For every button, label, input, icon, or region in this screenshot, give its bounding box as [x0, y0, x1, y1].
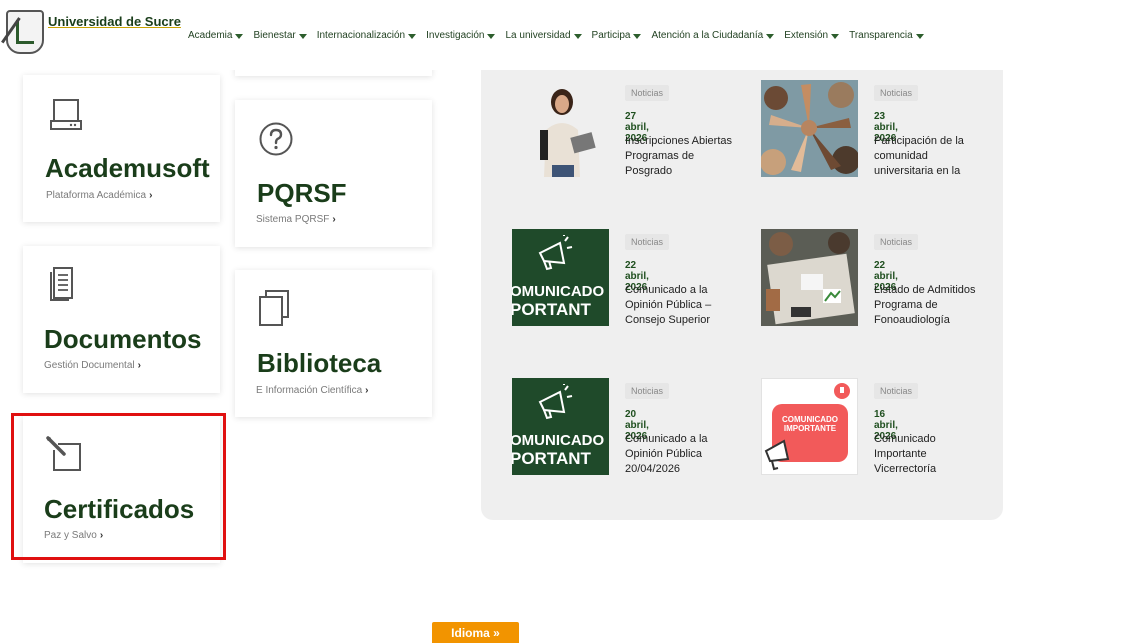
nav-la-universidad[interactable]: La universidad — [505, 30, 582, 41]
thumb-text: PORTANT — [512, 300, 591, 319]
card-subtitle-link[interactable]: Gestión Documental › — [44, 360, 141, 371]
chevron-down-icon — [487, 34, 496, 39]
card-biblioteca[interactable]: Biblioteca E Información Científica › — [235, 270, 432, 417]
comunicado-importante-graphic: COMUNICADO IMPORTANTE — [762, 379, 857, 474]
meeting-desk-photo — [761, 229, 858, 326]
news-title[interactable]: Listado de Admitidos Programa de Fonoaud… — [874, 283, 984, 328]
card-title: Documentos — [44, 324, 202, 354]
hard-drive-icon — [50, 99, 82, 130]
main-nav: Academia Bienestar Internacionalización … — [188, 30, 924, 41]
thumb-text: OMUNICADO — [512, 432, 605, 449]
news-title[interactable]: Comunicado Importante Vicerrectoría Acad… — [874, 432, 984, 477]
hands-together-photo — [761, 80, 858, 177]
chevron-down-icon — [915, 34, 924, 39]
document-icon — [50, 267, 73, 301]
card-academusoft[interactable]: Academusoft Plataforma Académica › — [23, 75, 220, 222]
news-item[interactable]: OMUNICADO PORTANT Noticias 20 abril, 202… — [512, 378, 708, 475]
card-subtitle-link[interactable]: Plataforma Académica › — [46, 190, 152, 201]
news-thumbnail[interactable] — [761, 80, 858, 177]
chevron-down-icon — [831, 34, 840, 39]
card-title: Academusoft — [45, 153, 210, 183]
university-logo[interactable] — [1, 10, 44, 54]
nav-investigacion[interactable]: Investigación — [426, 30, 496, 41]
question-circle-icon — [259, 122, 293, 156]
card-title: Biblioteca — [257, 348, 382, 378]
card-subtitle-link[interactable]: E Información Científica › — [256, 385, 369, 396]
nav-transparencia[interactable]: Transparencia — [849, 30, 924, 41]
news-category-badge[interactable]: Noticias — [625, 85, 670, 101]
chevron-down-icon — [766, 34, 775, 39]
selection-highlight — [11, 413, 226, 560]
news-title[interactable]: Participación de la comunidad universita… — [874, 134, 984, 179]
nav-participa[interactable]: Participa — [592, 30, 642, 41]
nav-internacionalizacion[interactable]: Internacionalización — [317, 30, 417, 41]
news-title[interactable]: Comunicado a la Opinión Pública 20/04/20… — [625, 432, 735, 477]
news-category-badge[interactable]: Noticias — [874, 234, 919, 250]
brand-name[interactable]: Universidad de Sucre — [48, 14, 181, 29]
chevron-down-icon — [298, 34, 307, 39]
megaphone-icon — [538, 384, 573, 420]
news-thumbnail[interactable] — [512, 80, 609, 177]
news-title[interactable]: Inscripciones Abiertas Programas de Posg… — [625, 134, 735, 179]
news-thumbnail[interactable]: COMUNICADO IMPORTANTE — [761, 378, 858, 475]
card-documentos[interactable]: Documentos Gestión Documental › — [23, 246, 220, 393]
news-thumbnail[interactable] — [761, 229, 858, 326]
card-subtitle-link[interactable]: Sistema PQRSF › — [256, 214, 336, 225]
thumb-text: PORTANT — [512, 449, 591, 468]
chevron-down-icon — [408, 34, 417, 39]
news-thumbnail[interactable]: OMUNICADO PORTANT — [512, 229, 609, 326]
chevron-down-icon — [235, 34, 244, 39]
news-panel: Noticias 27 abril, 2026 Inscripciones Ab… — [481, 55, 1003, 520]
student-photo — [512, 80, 609, 177]
news-category-badge[interactable]: Noticias — [625, 234, 670, 250]
card-title: PQRSF — [257, 178, 347, 208]
badge-text: COMUNICADO — [782, 415, 838, 424]
language-button[interactable]: Idioma » — [432, 622, 519, 643]
news-title[interactable]: Comunicado a la Opinión Pública – Consej… — [625, 283, 735, 328]
copy-icon — [259, 290, 289, 326]
nav-academia[interactable]: Academia — [188, 30, 244, 41]
chevron-down-icon — [633, 34, 642, 39]
news-category-badge[interactable]: Noticias — [874, 85, 919, 101]
news-category-badge[interactable]: Noticias — [874, 383, 919, 399]
megaphone-icon — [538, 235, 573, 271]
news-thumbnail[interactable]: OMUNICADO PORTANT — [512, 378, 609, 475]
nav-bienestar[interactable]: Bienestar — [253, 30, 307, 41]
site-header: Universidad de Sucre Academia Bienestar … — [0, 0, 1129, 70]
chevron-down-icon — [573, 34, 582, 39]
nav-atencion-ciudadania[interactable]: Atención a la Ciudadanía — [651, 30, 775, 41]
card-pqrsf[interactable]: PQRSF Sistema PQRSF › — [235, 100, 432, 247]
badge-text: IMPORTANTE — [784, 424, 837, 433]
thumb-text: OMUNICADO — [512, 283, 605, 300]
nav-extension[interactable]: Extensión — [784, 30, 840, 41]
news-category-badge[interactable]: Noticias — [625, 383, 670, 399]
news-item[interactable]: OMUNICADO PORTANT Noticias 22 abril, 202… — [512, 229, 711, 326]
